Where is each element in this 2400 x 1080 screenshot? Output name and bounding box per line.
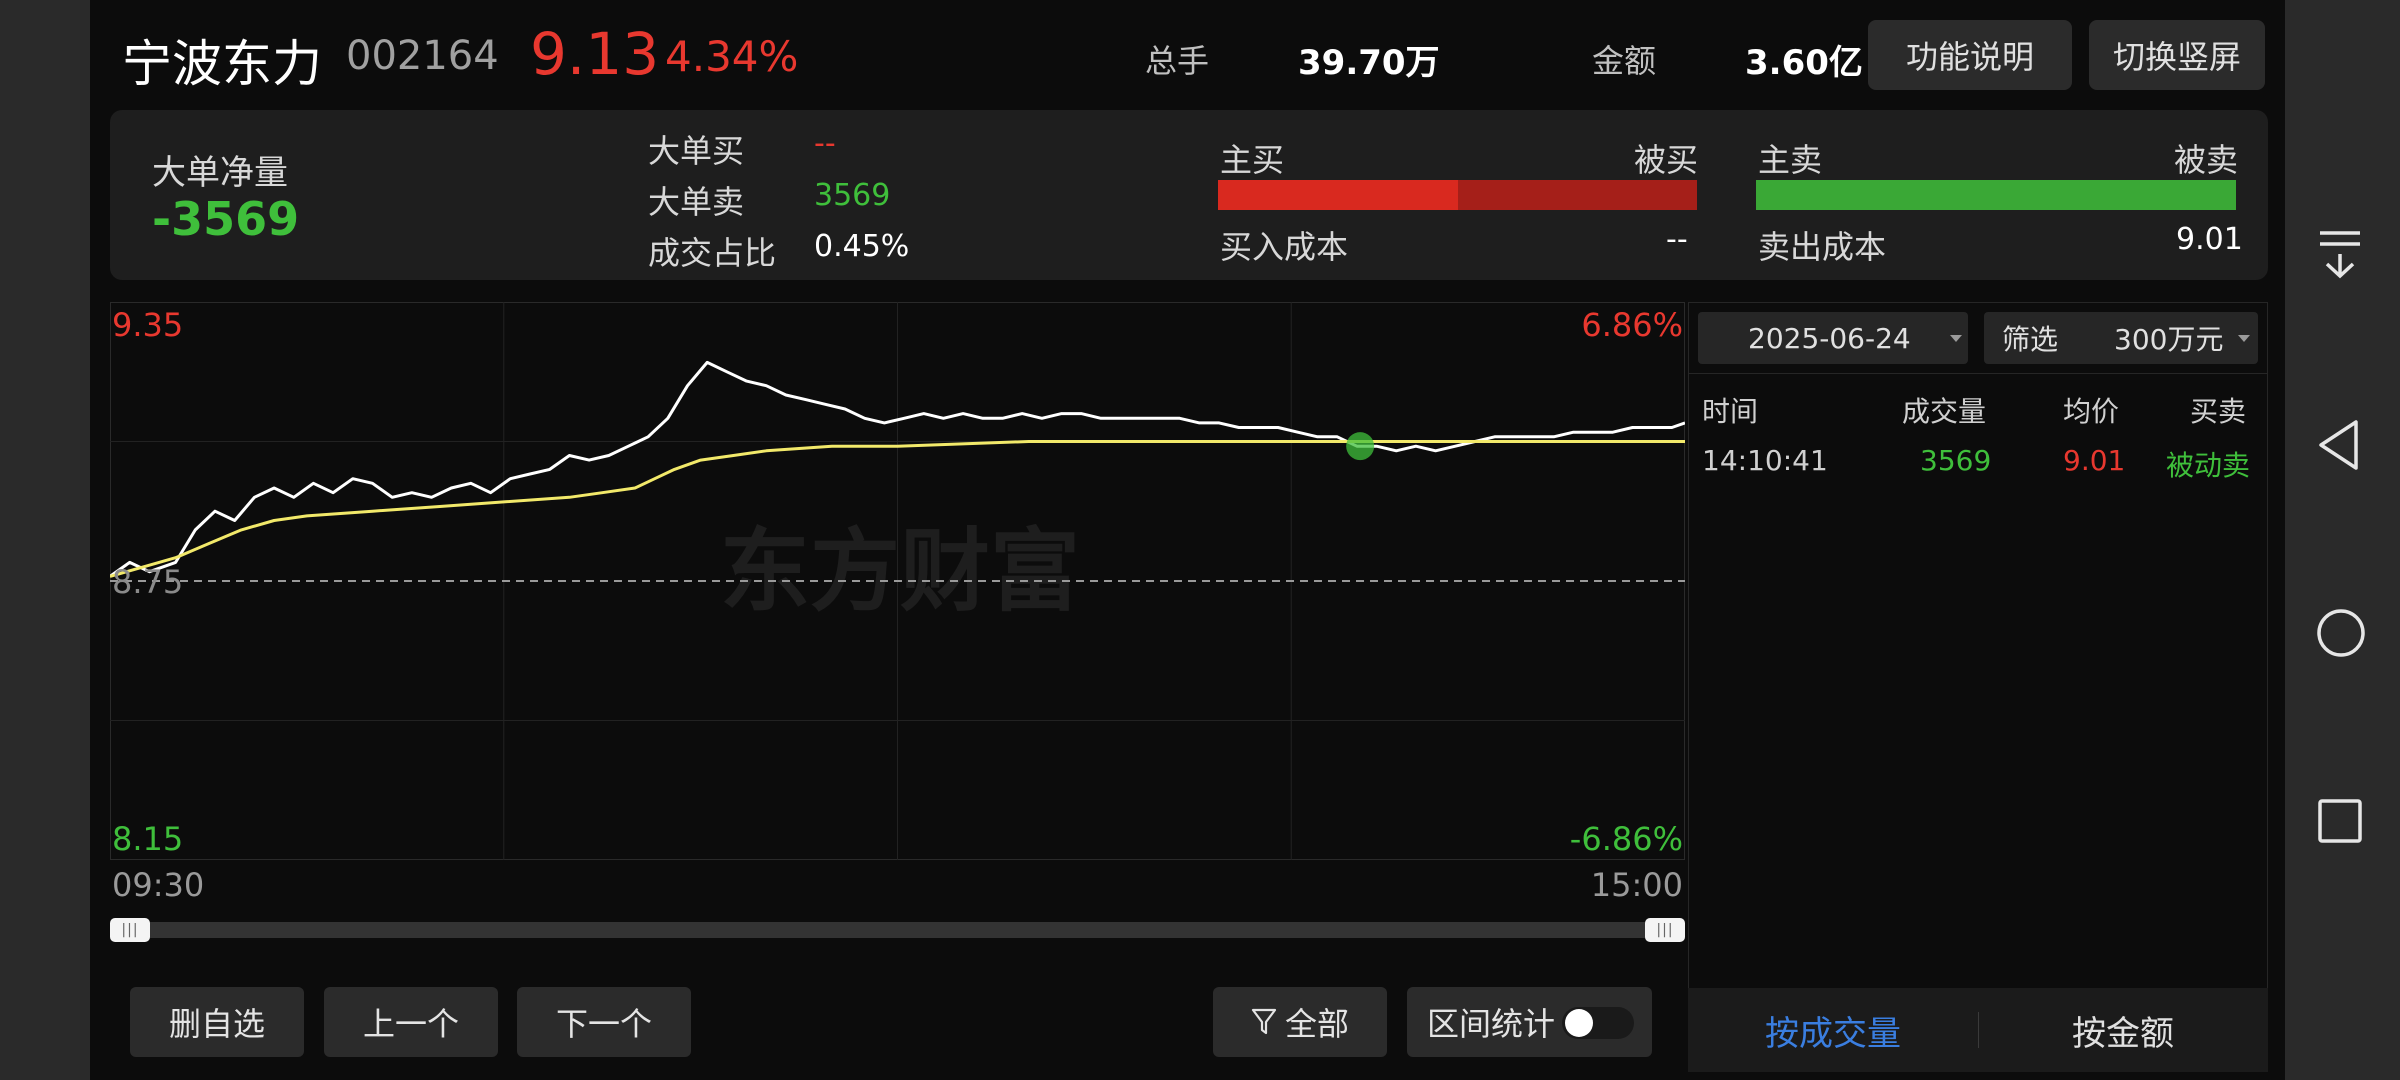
recents-icon[interactable]	[2317, 798, 2363, 844]
price-high-label: 9.35	[112, 306, 183, 344]
buy-bar-active	[1218, 180, 1458, 210]
delete-watchlist-button[interactable]: 删自选	[130, 987, 304, 1057]
filter-all-button[interactable]: 全部	[1213, 987, 1387, 1057]
stock-name: 宁波东力	[122, 35, 322, 93]
price-low-label: 8.15	[112, 820, 183, 858]
range-handle-right[interactable]: |||	[1645, 918, 1685, 942]
amount-value: 3.60亿	[1745, 43, 1863, 83]
stock-change-pct: 4.34%	[665, 32, 799, 81]
sell-cost-value: 9.01	[2176, 222, 2243, 257]
sell-bar	[1756, 180, 2236, 210]
stock-price: 9.13	[530, 20, 660, 88]
chevron-down-icon	[2238, 335, 2250, 342]
switch-portrait-button[interactable]: 切换竖屏	[2089, 20, 2265, 90]
sell-cost-label: 卖出成本	[1758, 228, 1887, 266]
date-select[interactable]: 2025-06-24	[1698, 312, 1968, 364]
buy-cost-label: 买入成本	[1220, 228, 1349, 266]
filter-select[interactable]: 筛选 300万元	[1984, 312, 2258, 364]
col-time-header: 时间	[1702, 395, 1759, 428]
big-order-marker[interactable]	[1346, 432, 1375, 461]
filter-value: 300万元	[2114, 323, 2224, 356]
divider	[1688, 373, 2268, 374]
filter-label: 筛选	[2002, 323, 2059, 356]
row-price: 9.01	[2063, 444, 2126, 477]
row-volume: 3569	[1920, 444, 1992, 477]
date-value: 2025-06-24	[1748, 321, 1911, 355]
big-sell-label: 大单卖	[648, 183, 745, 221]
time-start-label: 09:30	[112, 866, 204, 902]
time-end-label: 15:00	[1591, 866, 1683, 902]
stock-code: 002164	[346, 33, 499, 79]
pct-low-label: -6.86%	[1570, 820, 1683, 858]
range-stats-label: 区间统计	[1427, 1005, 1556, 1043]
active-sell-label: 主卖	[1758, 141, 1823, 179]
watermark: 东方财富	[720, 519, 1080, 624]
collapse-down-icon[interactable]	[2315, 228, 2365, 280]
filter-icon	[1251, 1008, 1277, 1035]
intraday-chart[interactable]: 东方财富 9.35 6.86% 8.75 8.15 -6.86% 09:30 1…	[110, 302, 1685, 902]
filter-all-label: 全部	[1284, 1005, 1349, 1043]
volume-value: 39.70万	[1298, 43, 1440, 83]
passive-buy-label: 被买	[1634, 141, 1699, 179]
big-buy-label: 大单买	[648, 132, 745, 170]
col-side-header: 买卖	[2190, 395, 2247, 428]
home-icon[interactable]	[2315, 607, 2367, 659]
chevron-down-icon	[1950, 335, 1962, 342]
next-stock-button[interactable]: 下一个	[517, 987, 691, 1057]
range-stats-toggle[interactable]	[1562, 1007, 1634, 1039]
net-volume-label: 大单净量	[152, 153, 288, 193]
amount-label: 金额	[1592, 42, 1657, 80]
side-tabs: 按成交量 按金额	[1688, 988, 2268, 1072]
toggle-knob	[1565, 1009, 1593, 1037]
prev-stock-button[interactable]: 上一个	[324, 987, 498, 1057]
passive-sell-label: 被卖	[2174, 141, 2239, 179]
range-handle-left[interactable]: |||	[110, 918, 150, 942]
col-volume-header: 成交量	[1902, 395, 1987, 428]
buy-cost-value: --	[1666, 222, 1688, 257]
system-nav-bar	[2285, 0, 2400, 1080]
volume-label: 总手	[1145, 42, 1210, 80]
app-window: 宁波东力 002164 9.13 4.34% 总手 39.70万 金额 3.60…	[90, 0, 2285, 1080]
deal-ratio-label: 成交占比	[648, 234, 777, 272]
prev-close-label: 8.75	[112, 563, 183, 601]
tab-by-volume[interactable]: 按成交量	[1688, 988, 1978, 1072]
big-order-summary: 大单净量 -3569 大单买 -- 大单卖 3569 成交占比 0.45% 主买…	[110, 110, 2268, 280]
active-buy-label: 主买	[1220, 141, 1285, 179]
row-side: 被动卖	[2166, 449, 2251, 482]
pct-high-label: 6.86%	[1581, 306, 1683, 344]
col-price-header: 均价	[2063, 395, 2120, 428]
row-time: 14:10:41	[1702, 444, 1828, 477]
help-button[interactable]: 功能说明	[1868, 20, 2072, 90]
range-slider-track[interactable]	[110, 922, 1685, 938]
deal-ratio-value: 0.45%	[814, 229, 910, 264]
buy-bar-passive	[1458, 180, 1697, 210]
tab-by-amount[interactable]: 按金额	[1978, 988, 2268, 1072]
net-volume-value: -3569	[152, 192, 300, 246]
back-icon[interactable]	[2316, 418, 2362, 472]
range-stats-toggle-row[interactable]: 区间统计	[1407, 987, 1652, 1057]
big-buy-value: --	[814, 126, 836, 161]
big-sell-value: 3569	[814, 178, 891, 213]
